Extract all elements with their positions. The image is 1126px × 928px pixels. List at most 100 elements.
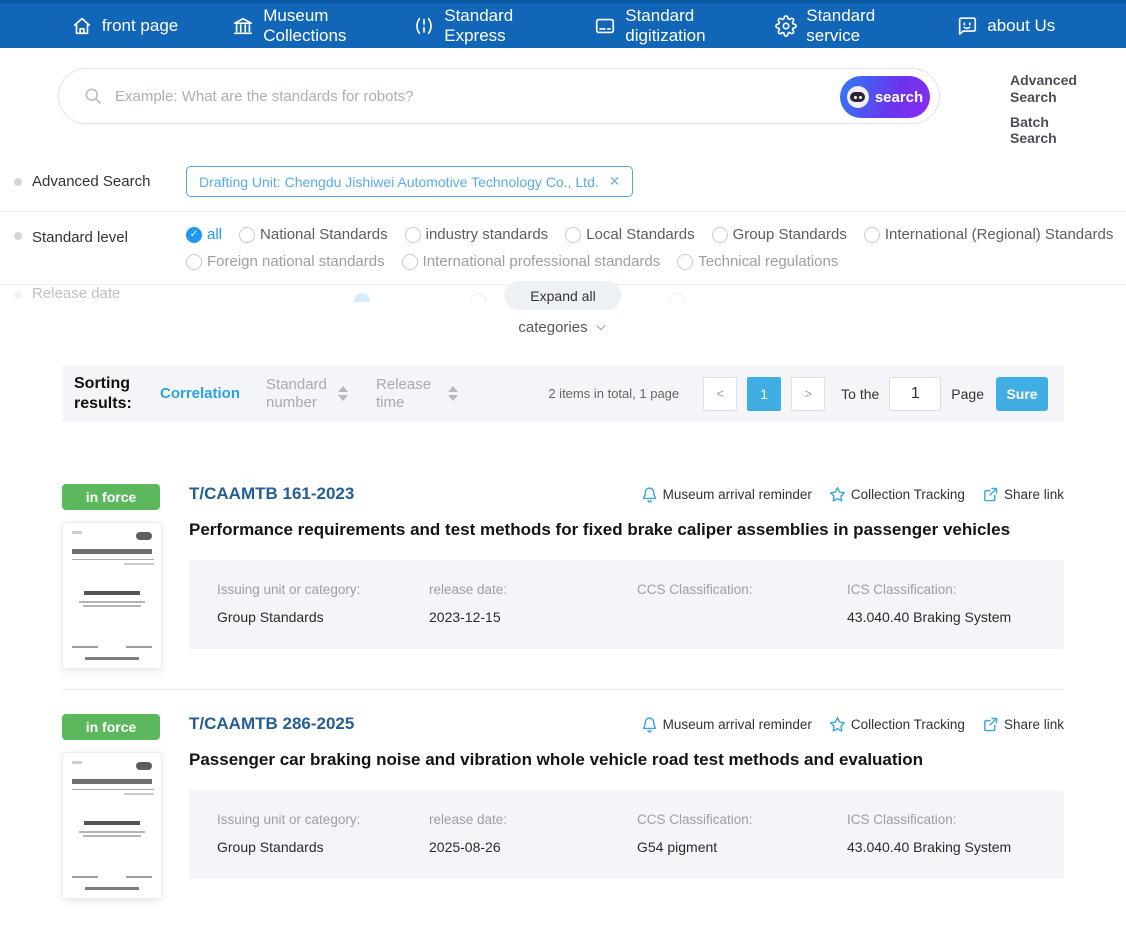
page-label: Page <box>951 385 984 402</box>
museum-arrival-reminder-link[interactable]: Museum arrival reminder <box>641 486 812 503</box>
detail-value <box>637 609 847 625</box>
page-number-input[interactable] <box>889 376 942 411</box>
detail-label: release date: <box>429 582 508 597</box>
share-link[interactable]: Share link <box>982 716 1064 733</box>
service-gear-icon <box>775 14 798 37</box>
batch-search-link[interactable]: Batch Search › <box>1010 114 1126 148</box>
detail-release-date: release date: 2023-12-15 <box>429 582 637 625</box>
radio-international-regional-standards[interactable]: International (Regional) Standards <box>863 226 1113 243</box>
detail-label: Issuing unit or category: <box>217 582 361 597</box>
prev-page-button[interactable]: < <box>703 376 738 411</box>
nav-label: front page <box>101 15 179 35</box>
collection-tracking-link[interactable]: Collection Tracking <box>829 486 965 503</box>
advanced-search-row-label: Advanced Search <box>32 173 151 190</box>
radio-all[interactable]: ✓ all <box>186 226 222 243</box>
share-link[interactable]: Share link <box>982 486 1064 503</box>
detail-value: Group Standards <box>217 839 324 855</box>
radio-icon <box>186 253 202 270</box>
chevron-down-icon <box>596 325 606 331</box>
expand-all-button[interactable]: Expand all <box>504 281 622 310</box>
radio-foreign-national-standards[interactable]: Foreign national standards <box>186 253 385 270</box>
sort-arrows-icon <box>448 386 459 401</box>
drafting-unit-filter-tag[interactable]: Drafting Unit: Chengdu Jishiwei Automoti… <box>186 166 634 197</box>
nav-standard-digitization[interactable]: Standard digitization <box>594 6 721 45</box>
action-label: Collection Tracking <box>850 716 965 732</box>
result-right-column: T/CAAMTB 161-2023 Museum arrival reminde… <box>189 484 1064 669</box>
nav-about-us[interactable]: about Us <box>956 15 1055 37</box>
about-chat-icon <box>959 16 977 35</box>
sort-release-time[interactable]: Release time <box>376 376 459 412</box>
batch-search-label: Batch Search <box>1010 113 1057 147</box>
release-date-label: Release date <box>32 285 121 302</box>
standard-cover-thumbnail[interactable] <box>62 752 162 899</box>
action-label: Museum arrival reminder <box>662 486 812 502</box>
robot-icon <box>846 86 869 108</box>
detail-ccs: CCS Classification: G54 pigment <box>637 812 847 855</box>
search-button-label: search <box>874 88 924 106</box>
close-icon[interactable]: ✕ <box>609 173 621 190</box>
standard-code-link[interactable]: T/CAAMTB 286-2025 <box>189 714 354 734</box>
to-the-label: To the <box>841 385 880 402</box>
radio-label: Group Standards <box>732 226 847 243</box>
current-page-button[interactable]: 1 <box>747 376 782 411</box>
categories-dropdown[interactable]: categories <box>518 319 607 336</box>
sort-correlation[interactable]: Correlation <box>160 385 240 403</box>
nav-standard-express[interactable]: Standard Express <box>413 6 540 45</box>
radio-local-standards[interactable]: Local Standards <box>565 226 695 243</box>
nav-standard-service[interactable]: Standard service <box>775 6 902 45</box>
nav-label: Museum Collections <box>263 6 347 45</box>
bullet-dot <box>14 232 22 240</box>
radio-technical-regulations[interactable]: Technical regulations <box>677 253 838 270</box>
radio-group-standards[interactable]: Group Standards <box>711 226 847 243</box>
next-page-button[interactable]: > <box>791 376 826 411</box>
status-badge: in force <box>62 484 160 510</box>
collection-tracking-link[interactable]: Collection Tracking <box>829 716 965 733</box>
detail-label: ICS Classification: <box>847 582 957 597</box>
nav-label: Standard Express <box>444 6 514 45</box>
sort-arrows-icon <box>338 386 349 401</box>
standard-details-panel: Issuing unit or category: Group Standard… <box>189 560 1064 649</box>
share-icon <box>984 487 998 501</box>
search-bar[interactable]: search <box>58 68 940 124</box>
search-button[interactable]: search <box>840 76 930 118</box>
standard-title-link[interactable]: Performance requirements and test method… <box>189 520 1064 540</box>
detail-issuing: Issuing unit or category: Group Standard… <box>217 812 429 855</box>
detail-release-date: release date: 2025-08-26 <box>429 812 637 855</box>
sorting-bar: Sorting results: Correlation Standard nu… <box>62 365 1064 422</box>
sort-option-label: Standard number <box>266 375 327 411</box>
bullet-dot <box>14 291 22 299</box>
nav-label: Standard service <box>806 6 876 45</box>
standard-title-link[interactable]: Passenger car braking noise and vibratio… <box>189 750 1064 770</box>
bell-icon <box>642 716 656 733</box>
express-icon <box>416 17 433 34</box>
action-label: Collection Tracking <box>850 486 965 502</box>
standard-cover-thumbnail[interactable] <box>62 522 162 669</box>
sort-standard-number[interactable]: Standard number <box>266 375 349 412</box>
results-total-text: 2 items in total, 1 page <box>548 386 680 401</box>
result-item: in force T/CAAMTB 286-2025 Museum arriva… <box>62 690 1064 919</box>
radio-label: Technical regulations <box>698 253 839 270</box>
radio-industry-standards[interactable]: industry standards <box>404 226 548 243</box>
filter-tag-text: Drafting Unit: Chengdu Jishiwei Automoti… <box>199 173 599 190</box>
standard-code-link[interactable]: T/CAAMTB 161-2023 <box>189 484 354 504</box>
advanced-search-link[interactable]: Advanced Search › <box>1010 72 1126 106</box>
advanced-search-label: Advanced Search <box>1010 72 1077 105</box>
nav-front-page[interactable]: front page <box>71 15 179 37</box>
detail-label: CCS Classification: <box>637 812 753 827</box>
sorting-results-label: Sorting results: <box>74 374 132 412</box>
detail-ics: ICS Classification: 43.040.40 Braking Sy… <box>847 812 1054 855</box>
nav-label: Standard digitization <box>625 6 706 45</box>
search-side-links: Advanced Search › Batch Search › <box>1010 72 1126 155</box>
sure-button[interactable]: Sure <box>996 376 1048 411</box>
radio-national-standards[interactable]: National Standards <box>239 226 388 243</box>
radio-icon <box>863 226 880 243</box>
nav-museum-collections[interactable]: Museum Collections <box>232 6 359 45</box>
radio-international-professional-standards[interactable]: International professional standards <box>401 253 660 270</box>
museum-arrival-reminder-link[interactable]: Museum arrival reminder <box>641 716 812 733</box>
result-actions: Museum arrival reminder Collection Track… <box>641 716 1064 733</box>
detail-ccs: CCS Classification: <box>637 582 847 625</box>
detail-label: CCS Classification: <box>637 582 753 597</box>
search-input[interactable] <box>115 87 931 105</box>
standard-level-label: Standard level <box>32 229 128 246</box>
radio-icon <box>239 226 256 243</box>
